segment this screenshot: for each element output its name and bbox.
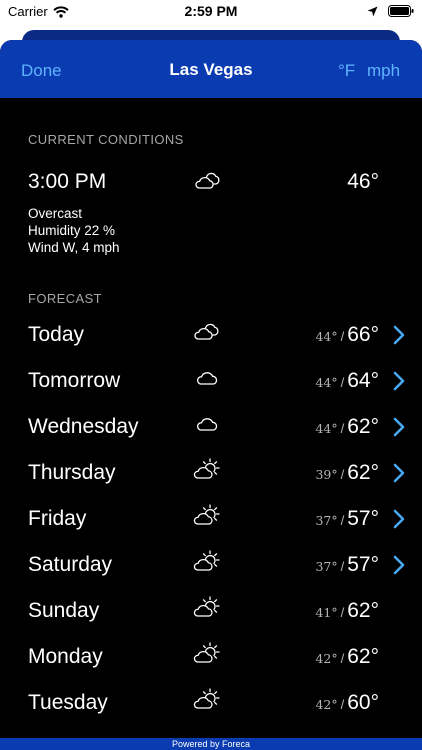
forecast-day: Sunday bbox=[28, 599, 100, 622]
forecast-row-wednesday[interactable]: Wednesday 44°/62° bbox=[0, 415, 422, 461]
current-temperature: 46° bbox=[347, 170, 379, 193]
partly-cloudy-icon bbox=[193, 596, 220, 617]
forecast-high: 62° bbox=[347, 461, 379, 484]
attribution-footer[interactable]: Powered by Foreca bbox=[0, 738, 422, 750]
status-right bbox=[367, 5, 414, 17]
status-time: 2:59 PM bbox=[184, 3, 238, 19]
chevron-right-icon[interactable] bbox=[393, 555, 405, 575]
cloud-icon bbox=[197, 372, 218, 385]
overcast-icon bbox=[194, 323, 219, 340]
forecast-temps: 39°/62° bbox=[315, 461, 379, 484]
weather-sheet: Done Las Vegas °F mph CURRENT CONDITIONS… bbox=[0, 40, 422, 750]
forecast-row-sunday: Sunday 41°/62° bbox=[0, 596, 422, 645]
forecast-high: 60° bbox=[347, 691, 379, 714]
forecast-day: Tuesday bbox=[28, 691, 108, 714]
cloud-icon bbox=[197, 418, 218, 431]
partly-cloudy-icon bbox=[193, 688, 220, 709]
chevron-right-icon[interactable] bbox=[393, 463, 405, 483]
forecast-row-monday: Monday 42°/62° bbox=[0, 642, 422, 691]
forecast-row-friday[interactable]: Friday 37°/57° bbox=[0, 504, 422, 553]
forecast-day: Thursday bbox=[28, 461, 116, 484]
current-time: 3:00 PM bbox=[28, 170, 107, 193]
forecast-day: Wednesday bbox=[28, 415, 139, 438]
forecast-row-today[interactable]: Today 44°/66° bbox=[0, 323, 422, 369]
forecast-temps: 37°/57° bbox=[315, 553, 379, 576]
overcast-icon bbox=[195, 172, 220, 189]
forecast-temps: 42°/62° bbox=[315, 645, 379, 668]
forecast-low: 44° bbox=[315, 421, 338, 436]
current-conditions-header: CURRENT CONDITIONS bbox=[28, 132, 184, 147]
forecast-row-tomorrow[interactable]: Tomorrow 44°/64° bbox=[0, 369, 422, 415]
forecast-temps: 44°/66° bbox=[315, 323, 379, 346]
forecast-temps: 42°/60° bbox=[315, 691, 379, 714]
status-bar: Carrier 2:59 PM bbox=[0, 0, 422, 24]
forecast-temps: 44°/64° bbox=[315, 369, 379, 392]
forecast-temps: 37°/57° bbox=[315, 507, 379, 530]
forecast-temps: 44°/62° bbox=[315, 415, 379, 438]
speed-unit-button[interactable]: mph bbox=[367, 61, 400, 81]
forecast-low: 44° bbox=[315, 329, 338, 344]
chevron-right-icon[interactable] bbox=[393, 371, 405, 391]
partly-cloudy-icon bbox=[193, 504, 220, 525]
forecast-day: Friday bbox=[28, 507, 87, 530]
forecast-low: 44° bbox=[315, 375, 338, 390]
forecast-high: 62° bbox=[347, 415, 379, 438]
forecast-row-thursday[interactable]: Thursday 39°/62° bbox=[0, 458, 422, 507]
forecast-day: Saturday bbox=[28, 553, 113, 576]
forecast-low: 42° bbox=[315, 651, 338, 666]
partly-cloudy-icon bbox=[193, 550, 220, 571]
forecast-high: 62° bbox=[347, 645, 379, 668]
forecast-low: 37° bbox=[315, 559, 338, 574]
forecast-low: 39° bbox=[315, 467, 338, 482]
forecast-day: Monday bbox=[28, 645, 103, 668]
forecast-high: 64° bbox=[347, 369, 379, 392]
current-wind: Wind W, 4 mph bbox=[28, 240, 120, 255]
chevron-right-icon[interactable] bbox=[393, 417, 405, 437]
forecast-high: 66° bbox=[347, 323, 379, 346]
partly-cloudy-icon bbox=[193, 642, 220, 663]
city-title: Las Vegas bbox=[169, 60, 253, 79]
forecast-low: 42° bbox=[315, 697, 338, 712]
chevron-right-icon[interactable] bbox=[393, 325, 405, 345]
forecast-low: 37° bbox=[315, 513, 338, 528]
navigation-bar: Done Las Vegas °F mph bbox=[0, 40, 422, 98]
forecast-day: Tomorrow bbox=[28, 369, 121, 392]
forecast-row-tuesday: Tuesday 42°/60° bbox=[0, 688, 422, 737]
forecast-high: 57° bbox=[347, 553, 379, 576]
chevron-right-icon[interactable] bbox=[393, 509, 405, 529]
forecast-day: Today bbox=[28, 323, 85, 346]
app-screen: Carrier 2:59 PM Done Las Vegas °F mph CU… bbox=[0, 0, 422, 750]
forecast-high: 57° bbox=[347, 507, 379, 530]
current-humidity: Humidity 22 % bbox=[28, 223, 116, 238]
forecast-temps: 41°/62° bbox=[315, 599, 379, 622]
temperature-unit-button[interactable]: °F bbox=[338, 61, 355, 81]
current-condition: Overcast bbox=[28, 206, 83, 221]
battery-icon bbox=[388, 5, 414, 17]
forecast-high: 62° bbox=[347, 599, 379, 622]
location-arrow-icon bbox=[367, 6, 378, 16]
partly-cloudy-icon bbox=[193, 458, 220, 479]
forecast-row-saturday[interactable]: Saturday 37°/57° bbox=[0, 550, 422, 599]
forecast-header: FORECAST bbox=[28, 291, 102, 306]
forecast-low: 41° bbox=[315, 605, 338, 620]
